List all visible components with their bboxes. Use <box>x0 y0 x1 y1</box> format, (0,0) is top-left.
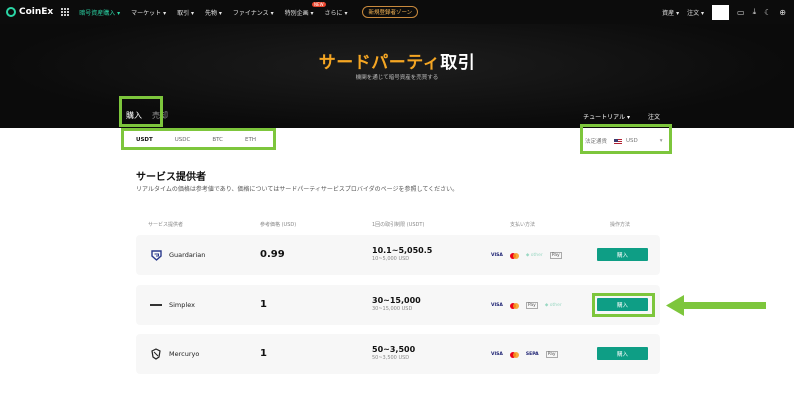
mastercard-icon <box>509 302 519 309</box>
provider-cell: Simplex <box>150 299 195 311</box>
payment-methods: VISA SEPA Pay <box>491 351 558 358</box>
brand-name: CoinEx <box>19 7 54 17</box>
header-payment: 支払い方法 <box>510 222 536 228</box>
orders-link[interactable]: 注文 <box>648 112 660 121</box>
nav-special[interactable]: 特別企画 ▾ NEW <box>284 1 326 17</box>
sepa-icon: SEPA <box>525 351 539 357</box>
nav-orders[interactable]: 注文 ▾ <box>687 8 704 17</box>
nav-special-label: 特別企画 ▾ <box>284 9 314 17</box>
limit-usdt: 30~15,000 <box>372 296 421 305</box>
nav-right: 資産 ▾ 注文 ▾ ▭ ⤓ ☾ ⊕ <box>662 0 786 24</box>
provider-name: Guardarian <box>169 251 206 259</box>
mastercard-icon <box>509 252 519 259</box>
table-row: Mercuryo 1 50~3,500 50~3,500 USD VISA SE… <box>136 334 660 374</box>
annotation-arrow-icon <box>666 295 766 316</box>
guardarian-logo-icon <box>150 249 162 261</box>
new-badge: NEW <box>312 1 326 7</box>
nav-futures[interactable]: 先物 ▾ <box>205 8 222 17</box>
header-provider: サービス提供者 <box>148 222 184 228</box>
limit-cell: 30~15,000 30~15,000 USD <box>372 296 421 312</box>
nav-trade[interactable]: 取引 ▾ <box>177 8 194 17</box>
header-action: 操作方法 <box>610 222 631 228</box>
reference-price: 1 <box>260 348 267 359</box>
limit-usdt: 50~3,500 <box>372 345 416 354</box>
nav-markets[interactable]: マーケット ▾ <box>131 8 166 17</box>
provider-cell: Mercuryo <box>150 348 199 360</box>
apple-pay-icon: Pay <box>545 351 558 358</box>
table-row: Guardarian 0.99 10.1~5,050.5 10~5,000 US… <box>136 235 660 275</box>
limit-cell: 10.1~5,050.5 10~5,000 USD <box>372 246 432 262</box>
provider-name: Mercuryo <box>169 350 200 358</box>
page-title: サードパーティ取引 <box>0 48 794 73</box>
highlight-coin-tabs <box>121 128 276 150</box>
new-user-zone-button[interactable]: 新規登録者ゾーン <box>362 6 419 18</box>
coin-selector-row: USDT USDC BTC ETH 法定通貨 USD ▾ <box>0 128 794 152</box>
other-payment-icon: ◆ other <box>544 303 562 308</box>
limit-cell: 50~3,500 50~3,500 USD <box>372 345 415 361</box>
page-subtitle: 機関を通じて暗号資産を売買する <box>355 75 439 81</box>
page-title-rest: 取引 <box>440 53 476 73</box>
highlight-buy-tab <box>119 96 163 127</box>
visa-icon: VISA <box>491 252 503 258</box>
buy-button[interactable]: 購入 <box>597 248 648 261</box>
other-payment-icon: ◆ other <box>525 253 543 258</box>
visa-icon: VISA <box>491 351 503 357</box>
payment-methods: VISA ◆ other Pay <box>491 252 562 259</box>
nav-assets[interactable]: 資産 ▾ <box>662 8 679 17</box>
page: CoinEx 暗号資産購入 ▾ マーケット ▾ 取引 ▾ 先物 ▾ ファイナンス… <box>0 0 794 396</box>
provider-name: Simplex <box>169 301 195 309</box>
google-pay-icon: Pay <box>549 252 562 259</box>
top-navigation: CoinEx 暗号資産購入 ▾ マーケット ▾ 取引 ▾ 先物 ▾ ファイナンス… <box>0 0 794 24</box>
limit-usd: 30~15,000 USD <box>372 306 413 312</box>
coinex-logo-icon <box>6 7 16 17</box>
globe-icon[interactable]: ⊕ <box>779 8 786 17</box>
provider-cell: Guardarian <box>150 249 205 261</box>
coinex-logo[interactable]: CoinEx <box>6 7 53 17</box>
apps-grid-icon[interactable] <box>61 8 70 16</box>
download-icon[interactable]: ⤓ <box>753 7 757 17</box>
payment-methods: VISA Pay ◆ other <box>491 302 562 309</box>
reference-price: 0.99 <box>260 249 285 260</box>
nav-buy-crypto[interactable]: 暗号資産購入 ▾ <box>79 8 120 17</box>
mercuryo-logo-icon <box>150 348 162 360</box>
message-icon[interactable]: ▭ <box>737 8 745 17</box>
header-price: 参考価格 (USD) <box>260 222 297 228</box>
buy-button[interactable]: 購入 <box>597 347 648 360</box>
simplex-logo-icon <box>150 299 162 311</box>
hero-links: チュートリアル ▾ 注文 <box>583 112 660 121</box>
apple-pay-icon: Pay <box>525 302 538 309</box>
nav-finance[interactable]: ファイナンス ▾ <box>233 8 274 17</box>
highlight-buy-button <box>592 293 655 317</box>
avatar[interactable] <box>712 4 730 20</box>
highlight-fiat-select <box>580 124 672 154</box>
table-row: Simplex 1 30~15,000 30~15,000 USD VISA P… <box>136 285 660 325</box>
nav-more[interactable]: さらに ▾ <box>325 8 348 17</box>
reference-price: 1 <box>260 299 267 310</box>
table-header: サービス提供者 参考価格 (USD) 1回の取引制限 (USDT) 支払い方法 … <box>136 214 660 232</box>
mastercard-icon <box>509 351 519 358</box>
section-description: リアルタイムの価格は参考値であり、価格についてはサードパーティサービスプロバイダ… <box>136 186 459 193</box>
theme-moon-icon[interactable]: ☾ <box>764 8 771 17</box>
limit-usd: 50~3,500 USD <box>372 355 410 361</box>
header-limit: 1回の取引制限 (USDT) <box>372 222 425 228</box>
tutorial-dropdown[interactable]: チュートリアル ▾ <box>583 112 630 121</box>
section-title: サービス提供者 <box>136 172 206 183</box>
page-title-accent: サードパーティ <box>318 53 441 73</box>
limit-usd: 10~5,000 USD <box>372 256 410 262</box>
visa-icon: VISA <box>491 302 503 308</box>
limit-usdt: 10.1~5,050.5 <box>372 246 433 255</box>
